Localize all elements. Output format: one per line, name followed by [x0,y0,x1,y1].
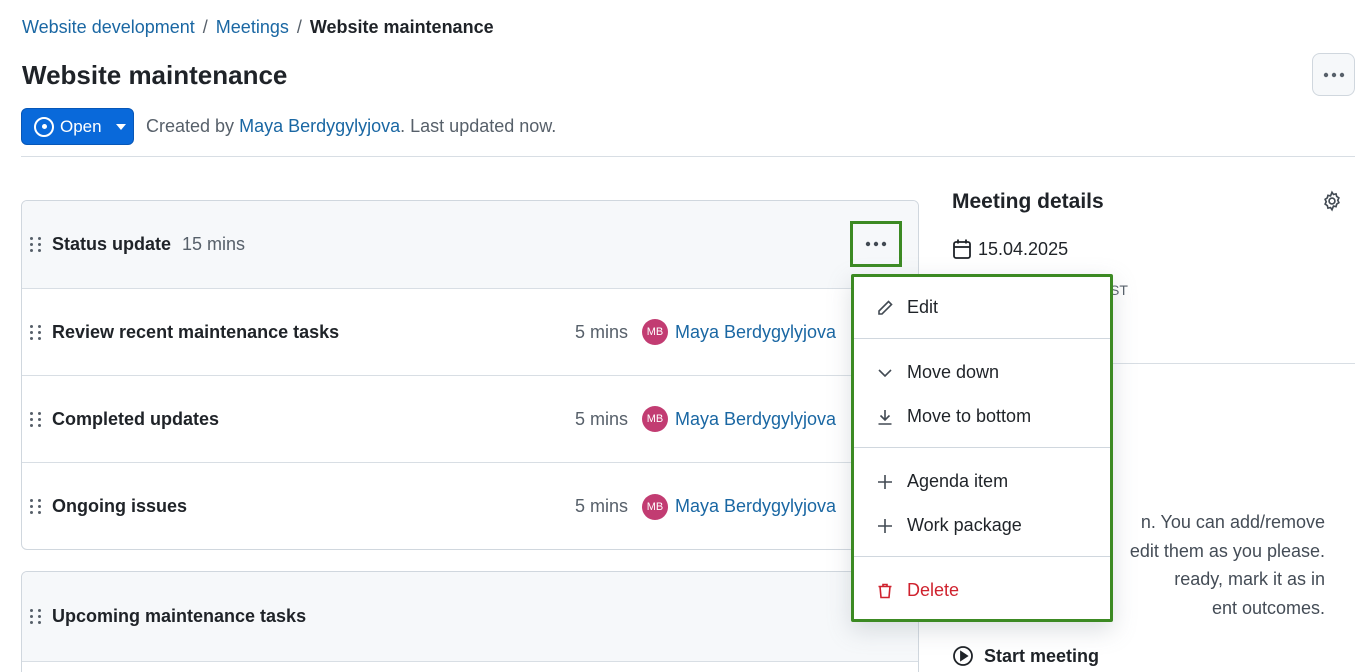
divider [1100,363,1355,364]
menu-divider [854,556,1110,557]
status-dropdown-button[interactable]: Open [21,108,134,145]
menu-item-edit[interactable]: Edit [876,297,938,318]
agenda-item: Completed updates 5 mins MB Maya Berdygy… [22,376,918,463]
drag-handle-icon[interactable] [30,411,42,427]
agenda-item-duration: 5 mins [575,321,629,342]
details-settings-button[interactable] [1321,190,1343,217]
gear-icon [1324,190,1340,212]
agenda-item-duration: 5 mins [575,408,629,429]
presenter-link[interactable]: Maya Berdygylyjova [675,409,836,430]
divider [21,156,1355,157]
pencil-icon [876,299,894,317]
breadcrumb-current: Website maintenance [309,17,494,37]
plus-icon [876,517,894,535]
section-title: Upcoming maintenance tasks [52,606,307,626]
agenda-item-title: Completed updates [52,408,220,429]
meeting-date: 15.04.2025 [952,238,1068,260]
menu-item-label: Work package [907,515,1022,535]
menu-item-work-package[interactable]: Work package [876,515,1022,536]
menu-divider [854,447,1110,448]
drag-handle-icon[interactable] [30,237,42,253]
menu-divider [854,338,1110,339]
avatar: MB [642,493,668,520]
section-header: Status update 15 mins [22,201,918,289]
arrow-to-bottom-icon [876,408,894,426]
open-status-icon [34,116,54,137]
section-action-menu: Edit Move down Move to bottom Agenda ite… [851,274,1113,622]
more-horizontal-icon [1323,72,1344,77]
section-header: Upcoming maintenance tasks [22,572,918,662]
menu-item-label: Delete [907,580,960,600]
avatar: MB [642,406,668,432]
help-line: edit them as you please. [1129,540,1325,561]
page-more-button[interactable] [1312,53,1355,96]
menu-item-label: Agenda item [907,471,1009,491]
menu-item-label: Move down [907,362,1000,382]
created-prefix: Created by [146,116,235,136]
menu-item-label: Edit [907,297,939,317]
more-horizontal-icon [865,241,887,247]
created-info: Created by Maya Berdygylyjova. Last upda… [146,116,556,137]
agenda-item-duration: 5 mins [575,496,629,516]
status-row: Open Created by Maya Berdygylyjova. Last… [21,108,556,145]
section-title: Status update [52,234,172,254]
menu-item-agenda-item[interactable]: Agenda item [876,471,1008,492]
breadcrumb-project-link[interactable]: Website development [22,17,195,38]
drag-handle-icon[interactable] [30,609,42,625]
section-duration: 15 mins [182,234,246,254]
help-line: n. You can add/remove [1140,512,1325,532]
agenda-section-status-update: Status update 15 mins Review recent main… [21,200,919,550]
drag-handle-icon[interactable] [30,499,42,515]
author-link[interactable]: Maya Berdygylyjova [239,116,400,136]
breadcrumb: Website development / Meetings / Website… [22,17,494,38]
last-updated: . Last updated now. [400,116,557,136]
agenda-item: Review recent maintenance tasks 5 mins M… [22,289,918,376]
menu-item-label: Move to bottom [907,406,1032,426]
start-meeting-button[interactable]: Start meeting [952,645,1099,667]
agenda-item-title: Review recent maintenance tasks [52,321,340,342]
status-label: Open [60,116,102,136]
drag-handle-icon[interactable] [30,324,42,340]
meeting-date-value: 15.04.2025 [978,238,1069,259]
play-circle-icon [953,646,973,666]
avatar: MB [642,319,668,345]
menu-item-move-to-bottom[interactable]: Move to bottom [876,406,1031,427]
trash-icon [876,582,894,600]
presenter-link[interactable]: Maya Berdygylyjova [675,496,836,517]
menu-item-move-down[interactable]: Move down [876,362,999,383]
agenda-section-upcoming: Upcoming maintenance tasks [21,571,919,672]
plus-icon [876,473,894,491]
presenter-link[interactable]: Maya Berdygylyjova [675,322,836,343]
help-text: n. You can add/remove edit them as you p… [1080,508,1325,623]
page-title: Website maintenance [22,60,288,90]
help-line: ready, mark it as in [1174,569,1325,590]
section-more-button[interactable] [850,221,902,267]
breadcrumb-separator: / [296,17,302,37]
meeting-details-title: Meeting details [952,190,1104,213]
menu-item-delete[interactable]: Delete [876,580,959,601]
start-meeting-label: Start meeting [984,645,1100,666]
help-line: ent outcomes. [1211,598,1325,619]
calendar-icon [953,239,971,259]
breadcrumb-separator: / [202,17,208,37]
caret-down-icon [115,123,126,130]
chevron-down-icon [876,364,894,382]
agenda-item: Ongoing issues 5 mins MB Maya Berdygylyj… [22,463,918,549]
agenda-item-title: Ongoing issues [52,496,188,516]
breadcrumb-meetings-link[interactable]: Meetings [216,17,289,38]
